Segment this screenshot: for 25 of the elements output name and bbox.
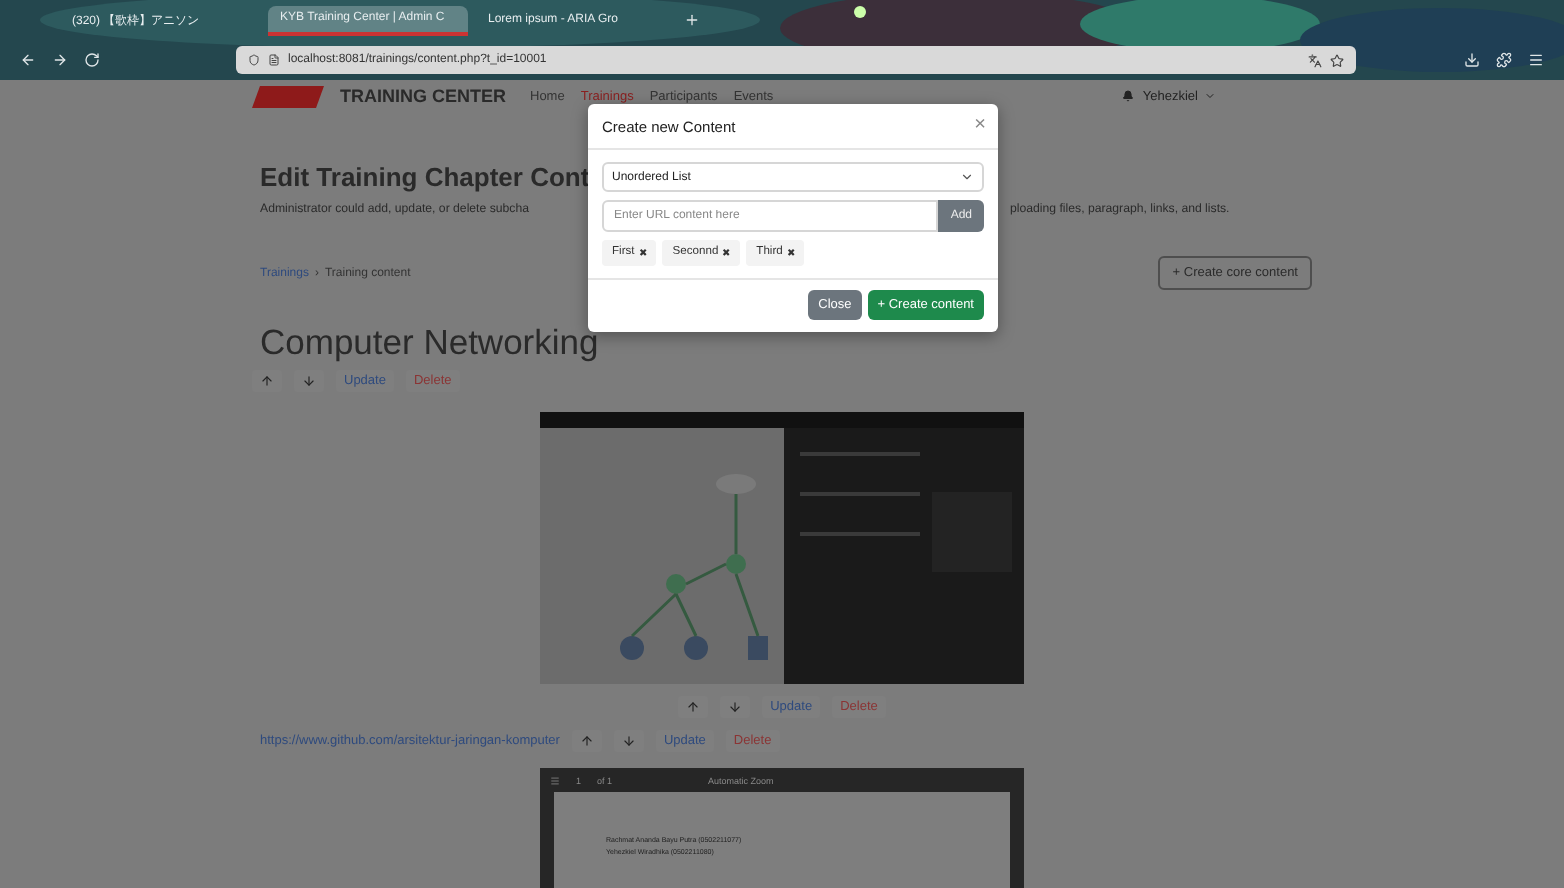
arrow-up-icon — [260, 374, 274, 388]
arrow-down-icon — [621, 734, 636, 748]
page-title: Edit Training Chapter Cont — [260, 162, 590, 192]
extension-icon[interactable] — [1496, 52, 1512, 68]
bell-icon[interactable] — [1122, 90, 1135, 102]
back-icon[interactable] — [20, 52, 36, 68]
download-icon[interactable] — [1464, 52, 1480, 68]
logo-icon — [252, 85, 324, 107]
arrow-up-icon — [579, 734, 594, 748]
forward-icon[interactable] — [52, 52, 68, 68]
arrow-down-icon — [728, 700, 743, 714]
page-icon — [268, 54, 280, 66]
caret-icon — [1204, 90, 1216, 102]
menu-icon[interactable] — [1528, 52, 1544, 68]
chapter-title: Computer Networking — [260, 322, 599, 364]
arrow-up-icon — [686, 700, 701, 714]
shield-icon — [248, 54, 260, 66]
new-tab-icon[interactable] — [684, 12, 700, 28]
chevron-down-icon — [960, 170, 974, 184]
arrow-down-icon — [302, 374, 316, 388]
translate-icon[interactable] — [1308, 53, 1322, 67]
brand-name: TRAINING CENTER — [340, 86, 506, 106]
reload-icon[interactable] — [84, 52, 100, 68]
star-icon[interactable] — [1330, 53, 1344, 67]
sidebar-icon[interactable] — [550, 775, 560, 785]
